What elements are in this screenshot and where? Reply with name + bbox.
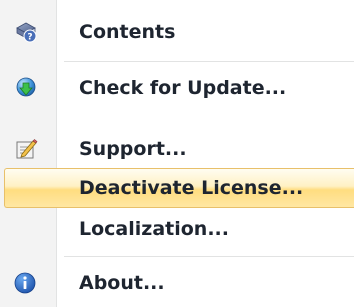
menu-item-deactivate-license[interactable]: Deactivate License... — [4, 168, 354, 208]
menu-item-about[interactable]: About... — [0, 263, 354, 303]
context-menu: ? Contents Check for Update... Support..… — [0, 0, 354, 307]
menu-item-label: About... — [79, 272, 165, 294]
menu-item-check-for-update[interactable]: Check for Update... — [0, 68, 354, 108]
info-icon — [13, 271, 37, 295]
download-update-icon — [14, 76, 38, 100]
menu-item-label: Support... — [79, 138, 187, 160]
menu-item-localization[interactable]: Localization... — [0, 209, 354, 249]
menu-item-contents[interactable]: ? Contents — [0, 12, 354, 52]
menu-separator-highlight — [64, 257, 354, 258]
menu-item-label: Contents — [79, 21, 176, 43]
menu-item-label: Localization... — [79, 218, 229, 240]
menu-item-label: Deactivate License... — [79, 177, 304, 199]
menu-item-label: Check for Update... — [79, 77, 287, 99]
svg-text:?: ? — [27, 33, 32, 43]
menu-separator-highlight — [64, 62, 354, 63]
support-edit-icon — [14, 137, 38, 161]
help-book-icon: ? — [14, 20, 38, 44]
menu-item-support[interactable]: Support... — [0, 129, 354, 169]
